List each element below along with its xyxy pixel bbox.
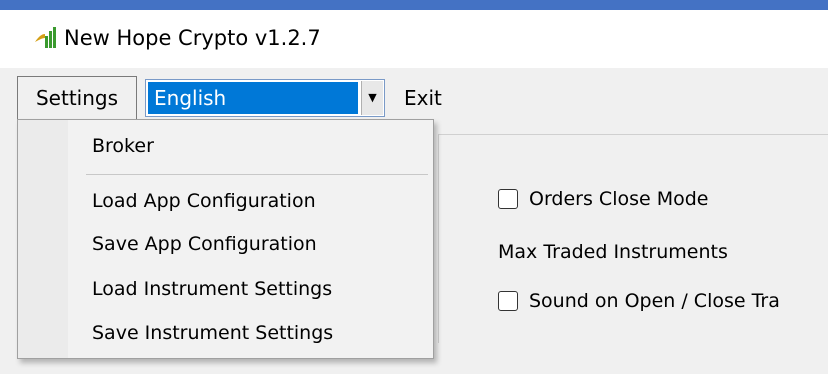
language-select[interactable]: English ▼ [145,79,385,117]
language-selected-value: English [148,82,358,114]
chevron-down-icon[interactable]: ▼ [361,81,383,115]
sound-on-open-close-checkbox[interactable]: Sound on Open / Close Tra [498,290,780,312]
menu-settings[interactable]: Settings [17,76,137,120]
checkbox-box[interactable] [498,291,518,311]
window-accent-bar [0,0,828,10]
orders-close-mode-checkbox[interactable]: Orders Close Mode [498,188,709,210]
menu-icon-gutter [18,120,68,358]
max-traded-instruments-label: Max Traded Instruments [498,241,728,263]
window-title: New Hope Crypto v1.2.7 [64,26,321,50]
app-chart-icon [33,24,59,50]
menu-item-save-instrument-settings[interactable]: Save Instrument Settings [92,322,333,344]
settings-dropdown-menu: Broker Load App Configuration Save App C… [17,119,434,359]
sound-on-open-close-label: Sound on Open / Close Tra [529,290,780,312]
menu-item-load-app-configuration[interactable]: Load App Configuration [92,190,316,212]
checkbox-box[interactable] [498,189,518,209]
orders-close-mode-label: Orders Close Mode [529,188,709,210]
menu-item-load-instrument-settings[interactable]: Load Instrument Settings [92,278,332,300]
menu-item-broker[interactable]: Broker [92,135,154,157]
menu-exit[interactable]: Exit [404,80,442,116]
menu-item-save-app-configuration[interactable]: Save App Configuration [92,233,317,255]
menu-separator [86,174,428,175]
